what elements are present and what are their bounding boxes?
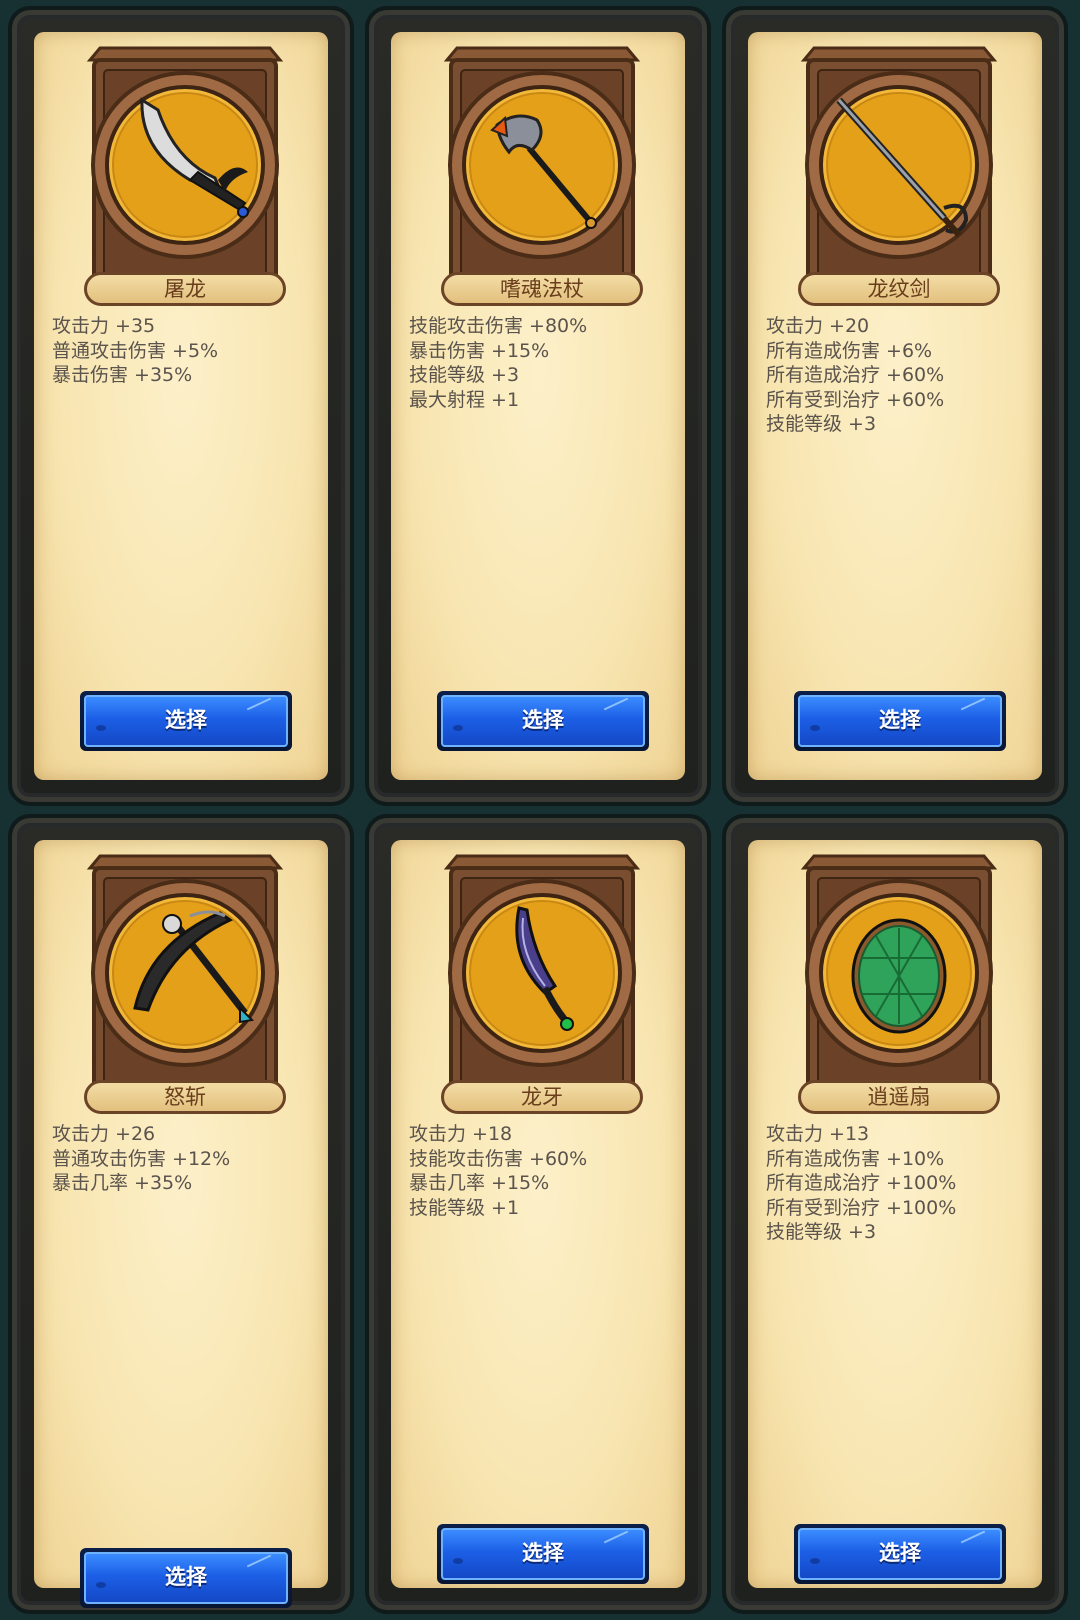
stat-line: 技能等级 +3: [409, 364, 520, 386]
stat-line: 所有造成伤害 +10%: [766, 1147, 945, 1170]
select-button-label: 选择: [798, 695, 1002, 747]
stat-line: 攻击力 +13: [766, 1123, 870, 1145]
select-button[interactable]: 选择: [80, 691, 292, 751]
stat-list: 技能攻击伤害 +80% 暴击伤害 +15% 技能等级 +3 最大射程 +1: [409, 314, 689, 412]
stat-list: 攻击力 +18 技能攻击伤害 +60% 暴击几率 +15% 技能等级 +1: [409, 1122, 689, 1220]
select-button-label: 选择: [84, 1552, 288, 1604]
item-name: 龙纹剑: [798, 272, 1000, 306]
stat-line: 暴击伤害 +15%: [409, 339, 550, 362]
stat-line: 普通攻击伤害 +12%: [52, 1147, 231, 1170]
stat-line: 攻击力 +20: [766, 315, 870, 337]
weapon-selection-grid: 屠龙 攻击力 +35 普通攻击伤害 +5% 暴击伤害 +35% 选择 嗜魂法杖 …: [0, 0, 1080, 1620]
stat-list: 攻击力 +35 普通攻击伤害 +5% 暴击伤害 +35%: [52, 314, 332, 388]
item-frame: [437, 848, 647, 1113]
weapon-card-2: 龙纹剑 攻击力 +20 所有造成伤害 +6% 所有造成治疗 +60% 所有受到治…: [722, 6, 1068, 806]
item-frame: [80, 848, 290, 1113]
select-button[interactable]: 选择: [437, 1524, 649, 1584]
stat-line: 暴击几率 +35%: [52, 1172, 193, 1194]
item-frame: [794, 40, 1004, 305]
stat-line: 所有造成治疗 +100%: [766, 1172, 957, 1194]
stat-line: 暴击几率 +15%: [409, 1172, 550, 1194]
stat-line: 技能攻击伤害 +80%: [409, 315, 588, 337]
stat-list: 攻击力 +26 普通攻击伤害 +12% 暴击几率 +35%: [52, 1122, 332, 1196]
stat-line: 最大射程 +1: [409, 388, 520, 411]
stat-line: 技能等级 +3: [766, 413, 877, 435]
item-name: 逍遥扇: [798, 1080, 1000, 1114]
select-button-label: 选择: [798, 1528, 1002, 1580]
item-name: 怒斩: [84, 1080, 286, 1114]
weapon-card-1: 嗜魂法杖 技能攻击伤害 +80% 暴击伤害 +15% 技能等级 +3 最大射程 …: [365, 6, 711, 806]
stat-line: 普通攻击伤害 +5%: [52, 339, 219, 362]
stat-line: 攻击力 +35: [52, 315, 156, 337]
select-button-label: 选择: [441, 1528, 645, 1580]
weapon-card-5: 逍遥扇 攻击力 +13 所有造成伤害 +10% 所有造成治疗 +100% 所有受…: [722, 814, 1068, 1614]
stat-line: 攻击力 +26: [52, 1123, 156, 1145]
weapon-card-3: 怒斩 攻击力 +26 普通攻击伤害 +12% 暴击几率 +35% 选择: [8, 814, 354, 1614]
item-frame: [794, 848, 1004, 1113]
select-button[interactable]: 选择: [794, 691, 1006, 751]
select-button-label: 选择: [84, 695, 288, 747]
item-name: 嗜魂法杖: [441, 272, 643, 306]
stat-line: 所有受到治疗 +100%: [766, 1196, 957, 1219]
stat-list: 攻击力 +13 所有造成伤害 +10% 所有造成治疗 +100% 所有受到治疗 …: [766, 1122, 1046, 1245]
select-button-label: 选择: [441, 695, 645, 747]
select-button[interactable]: 选择: [80, 1548, 292, 1608]
item-frame: [437, 40, 647, 305]
stat-line: 技能等级 +1: [409, 1196, 520, 1219]
weapon-card-0: 屠龙 攻击力 +35 普通攻击伤害 +5% 暴击伤害 +35% 选择: [8, 6, 354, 806]
stat-list: 攻击力 +20 所有造成伤害 +6% 所有造成治疗 +60% 所有受到治疗 +6…: [766, 314, 1046, 437]
item-name: 龙牙: [441, 1080, 643, 1114]
select-button[interactable]: 选择: [437, 691, 649, 751]
stat-line: 所有受到治疗 +60%: [766, 388, 945, 411]
stat-line: 攻击力 +18: [409, 1123, 513, 1145]
select-button[interactable]: 选择: [794, 1524, 1006, 1584]
turtle-shell-fan-icon: [851, 918, 947, 1034]
weapon-card-4: 龙牙 攻击力 +18 技能攻击伤害 +60% 暴击几率 +15% 技能等级 +1…: [365, 814, 711, 1614]
stat-line: 暴击伤害 +35%: [52, 364, 193, 386]
stat-line: 技能等级 +3: [766, 1221, 877, 1243]
item-name: 屠龙: [84, 272, 286, 306]
item-frame: [80, 40, 290, 305]
stat-line: 技能攻击伤害 +60%: [409, 1147, 588, 1170]
stat-line: 所有造成治疗 +60%: [766, 364, 945, 386]
stat-line: 所有造成伤害 +6%: [766, 339, 933, 362]
